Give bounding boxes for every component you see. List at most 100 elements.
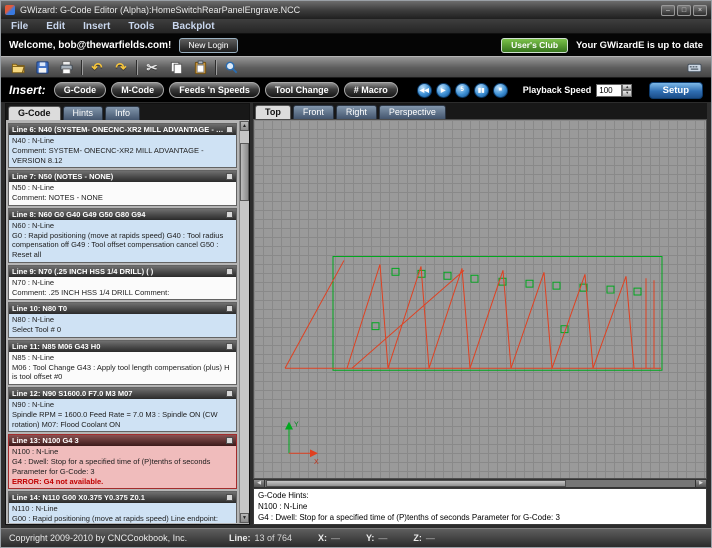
gcode-line-header[interactable]: Line 12: N90 S1600.0 F7.0 M3 M07 — [9, 388, 236, 399]
macro-button[interactable]: # Macro — [344, 82, 398, 98]
menu-tools[interactable]: Tools — [128, 21, 154, 32]
scroll-down-icon[interactable]: ▼ — [240, 513, 249, 523]
tab-gcode[interactable]: G-Code — [8, 106, 61, 120]
line-toggle-button[interactable] — [226, 126, 233, 133]
tab-right[interactable]: Right — [336, 105, 377, 119]
gcode-line-header[interactable]: Line 13: N100 G4 3 — [9, 435, 236, 446]
hints-line-ref: N100 : N-Line — [258, 502, 702, 513]
vertical-scrollbar[interactable]: ▲ ▼ — [239, 121, 249, 523]
stop-button[interactable]: ■ — [493, 83, 508, 98]
cut-icon[interactable]: ✂ — [143, 58, 161, 76]
save-icon[interactable] — [33, 58, 51, 76]
gcode-line-item-error[interactable]: Line 13: N100 G4 3 N100 : N-Line G4 : Dw… — [8, 434, 237, 489]
tool-change-button[interactable]: Tool Change — [265, 82, 339, 98]
undo-icon[interactable]: ↶ — [88, 58, 106, 76]
scrollbar-thumb[interactable] — [266, 480, 566, 487]
tab-perspective[interactable]: Perspective — [379, 105, 446, 119]
gcode-line-item[interactable]: Line 14: N110 G00 X0.375 Y0.375 Z0.1 N11… — [8, 491, 237, 523]
scroll-up-icon[interactable]: ▲ — [240, 121, 249, 131]
maximize-button[interactable]: □ — [677, 5, 691, 16]
minimize-button[interactable]: – — [661, 5, 675, 16]
g-code-button[interactable]: G-Code — [54, 82, 107, 98]
gcode-line-item[interactable]: Line 7: N50 (NOTES - NONE) N50 : N-Line … — [8, 170, 237, 206]
gcode-line-id: N85 : N-Line — [12, 353, 233, 363]
step-button[interactable]: 5 — [455, 83, 470, 98]
update-status-text: Your GWizardE is up to date — [576, 40, 703, 51]
welcome-text: Welcome, bob@thewarfields.com! — [9, 40, 171, 51]
gcode-line-header[interactable]: Line 11: N85 M06 G43 H0 — [9, 341, 236, 352]
toolbar-separator — [136, 60, 137, 75]
scroll-right-icon[interactable]: ▶ — [695, 480, 706, 487]
gcode-line-item[interactable]: Line 11: N85 M06 G43 H0 N85 : N-Line M06… — [8, 340, 237, 385]
menu-edit[interactable]: Edit — [46, 21, 65, 32]
keyboard-icon[interactable] — [685, 58, 703, 76]
scrollbar-thumb[interactable] — [240, 143, 249, 201]
gcode-line-id: N70 : N-Line — [12, 278, 233, 288]
gcode-line-id: N50 : N-Line — [12, 183, 233, 193]
close-button[interactable]: × — [693, 5, 707, 16]
paste-icon[interactable] — [191, 58, 209, 76]
tab-top[interactable]: Top — [255, 105, 291, 119]
gcode-line-header[interactable]: Line 14: N110 G00 X0.375 Y0.375 Z0.1 — [9, 492, 236, 503]
playback-speed-label: Playback Speed — [523, 85, 592, 95]
playback-speed-input[interactable] — [596, 84, 622, 97]
gcode-line-item[interactable]: Line 8: N60 G0 G40 G49 G50 G80 G94 N60 :… — [8, 208, 237, 263]
window-title: GWizard: G-Code Editor (Alpha):HomeSwitc… — [20, 5, 656, 15]
toolbar-separator — [81, 60, 82, 75]
tab-front[interactable]: Front — [293, 105, 334, 119]
redo-icon[interactable]: ↷ — [112, 58, 130, 76]
new-login-button[interactable]: New Login — [179, 38, 237, 53]
play-button[interactable]: ▶ — [436, 83, 451, 98]
open-folder-icon[interactable] — [9, 58, 27, 76]
line-toggle-button[interactable] — [226, 494, 233, 501]
copy-icon[interactable] — [167, 58, 185, 76]
line-toggle-button[interactable] — [226, 437, 233, 444]
rewind-button[interactable]: ◀◀ — [417, 83, 432, 98]
gcode-line-item[interactable]: Line 6: N40 (SYSTEM- ONECNC-XR2 MILL ADV… — [8, 123, 237, 168]
menu-file[interactable]: File — [11, 21, 28, 32]
line-toggle-button[interactable] — [226, 211, 233, 218]
gcode-line-header[interactable]: Line 6: N40 (SYSTEM- ONECNC-XR2 MILL ADV… — [9, 124, 236, 135]
status-copyright: Copyright 2009-2010 by CNCCookbook, Inc. — [9, 533, 217, 543]
line-toggle-button[interactable] — [226, 268, 233, 275]
hints-text: G4 : Dwell: Stop for a specified time of… — [258, 513, 702, 524]
print-icon[interactable] — [57, 58, 75, 76]
gcode-line-id: N80 : N-Line — [12, 315, 233, 325]
horizontal-scrollbar[interactable]: ◀ ▶ — [253, 479, 707, 488]
gcode-line-header[interactable]: Line 9: N70 (.25 INCH HSS 1/4 DRILL) ( ) — [9, 266, 236, 277]
users-club-button[interactable]: User's Club — [501, 38, 568, 53]
search-icon[interactable] — [222, 58, 240, 76]
tab-hints[interactable]: Hints — [63, 106, 104, 120]
gcode-line-desc: Spindle RPM = 1600.0 Feed Rate = 7.0 M3 … — [12, 410, 233, 430]
gcode-line-error-text: ERROR: G4 not available. — [12, 477, 233, 487]
menu-backplot[interactable]: Backplot — [172, 21, 214, 32]
toolpath-drawing: Y X — [254, 120, 706, 478]
spinner-down-icon[interactable]: ▼ — [622, 90, 632, 97]
line-toggle-button[interactable] — [226, 390, 233, 397]
line-toggle-button[interactable] — [226, 173, 233, 180]
backplot-viewport[interactable]: Y X — [253, 119, 707, 479]
status-line-label: Line: — [229, 533, 251, 543]
gcode-line-item[interactable]: Line 12: N90 S1600.0 F7.0 M3 M07 N90 : N… — [8, 387, 237, 432]
status-x-label: X: — [318, 533, 327, 543]
y-axis-label: Y — [294, 422, 299, 429]
gcode-panel: G-Code Hints Info Line 6: N40 (SYSTEM- O… — [5, 103, 250, 525]
m-code-button[interactable]: M-Code — [111, 82, 164, 98]
setup-button[interactable]: Setup — [649, 82, 703, 99]
x-axis-label: X — [314, 459, 319, 466]
gcode-line-item[interactable]: Line 9: N70 (.25 INCH HSS 1/4 DRILL) ( )… — [8, 265, 237, 301]
gcode-line-header[interactable]: Line 7: N50 (NOTES - NONE) — [9, 171, 236, 182]
gcode-line-header[interactable]: Line 8: N60 G0 G40 G49 G50 G80 G94 — [9, 209, 236, 220]
line-toggle-button[interactable] — [226, 305, 233, 312]
menu-insert[interactable]: Insert — [83, 21, 110, 32]
pause-button[interactable]: ▮▮ — [474, 83, 489, 98]
gcode-line-id: N100 : N-Line — [12, 447, 233, 457]
title-bar[interactable]: GWizard: G-Code Editor (Alpha):HomeSwitc… — [1, 1, 711, 19]
line-toggle-button[interactable] — [226, 343, 233, 350]
feeds-speeds-button[interactable]: Feeds 'n Speeds — [169, 82, 260, 98]
gcode-line-item[interactable]: Line 10: N80 T0 N80 : N-Line Select Tool… — [8, 302, 237, 338]
insert-label: Insert: — [9, 83, 46, 97]
gcode-line-header[interactable]: Line 10: N80 T0 — [9, 303, 236, 314]
scroll-left-icon[interactable]: ◀ — [254, 480, 265, 487]
tab-info[interactable]: Info — [105, 106, 140, 120]
